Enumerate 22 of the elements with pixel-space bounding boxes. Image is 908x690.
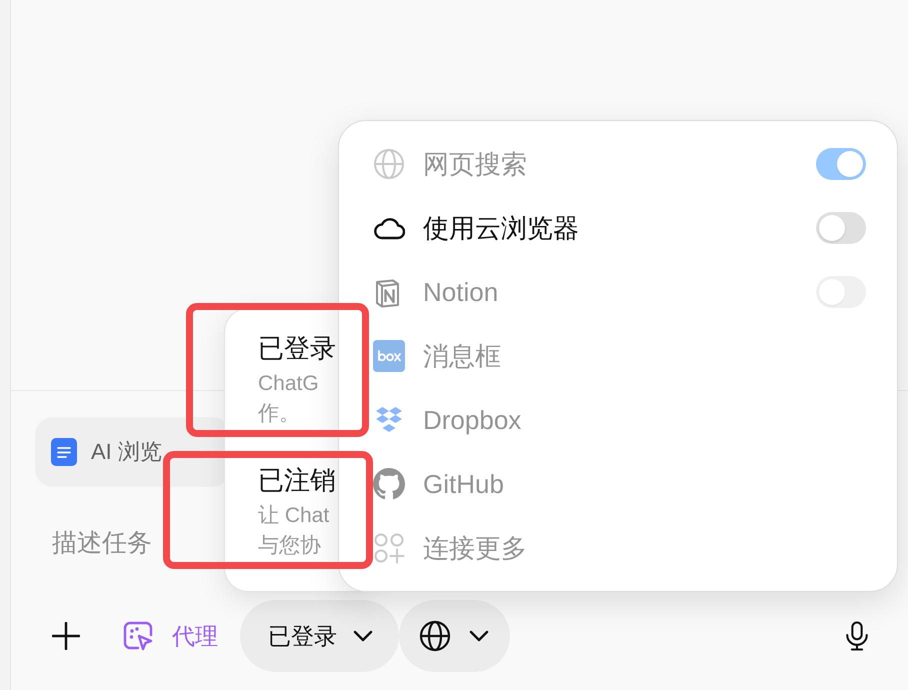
menu-item[interactable]: 使用云浏览器 (423, 210, 579, 246)
option-title[interactable]: 已注销 (258, 462, 336, 498)
plus-icon[interactable] (52, 622, 80, 650)
option-description: 与您协 (258, 533, 321, 559)
microphone-icon[interactable] (844, 620, 870, 652)
option-title[interactable]: 已登录 (258, 330, 336, 366)
agent-button[interactable]: 代理 (122, 620, 218, 652)
option-description: ChatG (258, 371, 319, 397)
document-icon (51, 438, 77, 466)
task-input[interactable]: 描述任务 (52, 526, 160, 560)
cursor-sparkle-icon (122, 620, 154, 652)
toggle-switch[interactable] (816, 212, 866, 244)
account-mode-dropdown[interactable]: 已登录 (240, 600, 399, 672)
option-description: 作。 (258, 401, 300, 427)
tile-logo-icon (373, 340, 405, 372)
globe-icon (419, 620, 451, 652)
caret-icon (353, 630, 373, 642)
octocat-icon (373, 468, 405, 500)
option-description: 让 Chat (258, 503, 330, 529)
globe-icon (373, 148, 405, 180)
apps-plus-icon (373, 532, 405, 564)
caret-icon (469, 630, 489, 642)
